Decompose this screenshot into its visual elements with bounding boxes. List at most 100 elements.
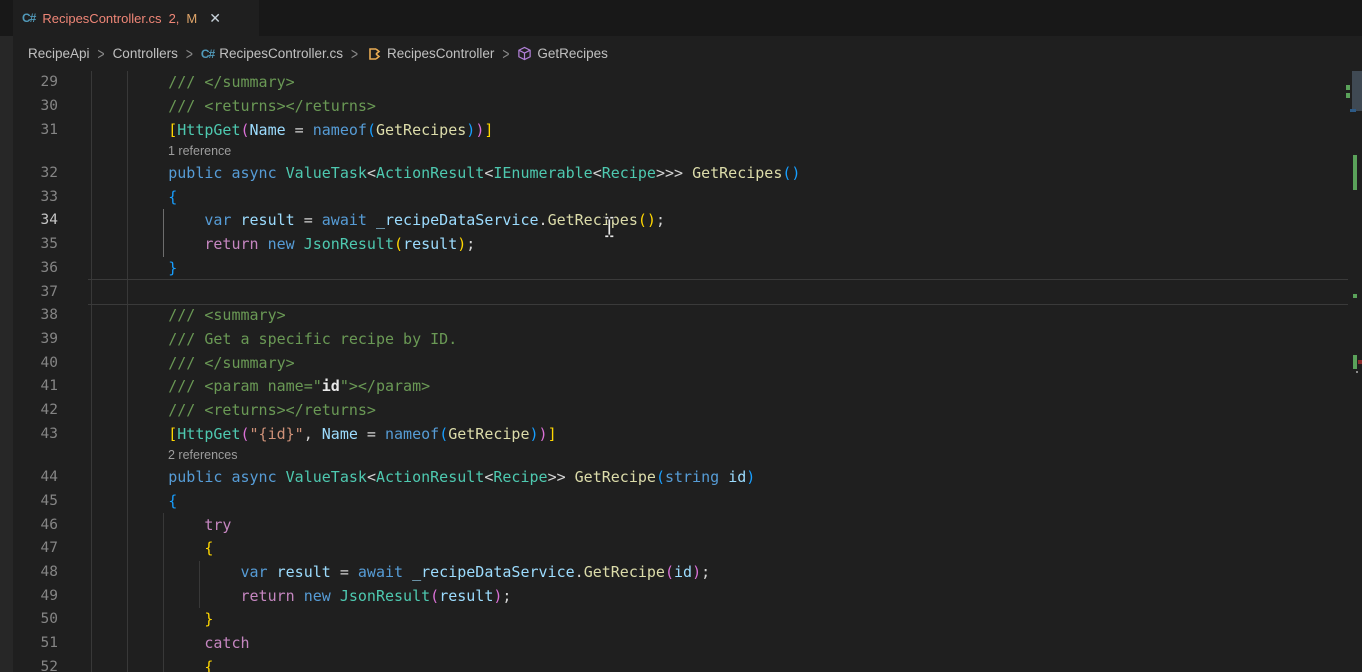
code-token: ;	[466, 235, 475, 253]
code-line-31[interactable]: 31 [HttpGet(Name = nameof(GetRecipes))]	[0, 119, 1362, 143]
code-line-41[interactable]: 41 /// <param name="id"></param>	[0, 375, 1362, 399]
code-text: {	[96, 537, 213, 561]
code-editor[interactable]: 29 /// </summary>30 /// <returns></retur…	[0, 71, 1362, 672]
code-token: )	[530, 425, 539, 443]
breadcrumb-item-recipeapi[interactable]: RecipeApi	[28, 46, 90, 61]
tab-bar: C# RecipesController.cs 2, M ✕	[0, 0, 1362, 36]
breadcrumb-item-recipescontroller-cs[interactable]: C#RecipesController.cs	[201, 46, 343, 61]
close-icon[interactable]: ✕	[209, 11, 221, 25]
line-number: 34	[0, 209, 58, 233]
code-token: await	[322, 211, 367, 229]
code-token	[259, 235, 268, 253]
code-token: Recipe	[602, 164, 656, 182]
code-token: ()	[638, 211, 656, 229]
code-token: result	[277, 563, 331, 581]
overview-mark-added	[1353, 155, 1357, 190]
breadcrumb-label: RecipesController	[387, 46, 494, 61]
code-token: Recipe	[493, 468, 547, 486]
code-token: {	[96, 539, 213, 557]
code-token: JsonResult	[304, 235, 394, 253]
code-line-44[interactable]: 44 public async ValueTask<ActionResult<R…	[0, 466, 1362, 490]
code-token: return	[96, 235, 259, 253]
code-line-33[interactable]: 33 {	[0, 186, 1362, 210]
code-line-50[interactable]: 50 }	[0, 608, 1362, 632]
code-line-29[interactable]: 29 /// </summary>	[0, 71, 1362, 95]
code-token: ActionResult	[376, 164, 484, 182]
code-line-32[interactable]: 32 public async ValueTask<ActionResult<I…	[0, 162, 1362, 186]
breadcrumb-item-recipescontroller[interactable]: RecipesController	[366, 46, 494, 62]
code-text: var result = await _recipeDataService.Ge…	[96, 209, 665, 233]
code-token	[295, 235, 304, 253]
code-line-30[interactable]: 30 /// <returns></returns>	[0, 95, 1362, 119]
breadcrumb-label: RecipeApi	[28, 46, 90, 61]
code-token: (	[430, 587, 439, 605]
code-token: )	[746, 468, 755, 486]
line-number: 36	[0, 257, 58, 281]
code-text: /// <returns></returns>	[96, 95, 376, 119]
code-line-48[interactable]: 48 var result = await _recipeDataService…	[0, 561, 1362, 585]
line-number: 33	[0, 186, 58, 210]
code-line-52[interactable]: 52 {	[0, 656, 1362, 672]
line-number: 42	[0, 399, 58, 423]
code-text: public async ValueTask<ActionResult<IEnu…	[96, 162, 800, 186]
code-token: /// <returns></returns>	[96, 401, 376, 419]
code-token: return	[96, 587, 295, 605]
codelens-references[interactable]: 2 references	[168, 446, 768, 466]
code-line-34[interactable]: 34 var result = await _recipeDataService…	[0, 209, 1362, 233]
breadcrumb-item-getrecipes[interactable]: GetRecipes	[517, 46, 608, 61]
code-line-36[interactable]: 36 }	[0, 257, 1362, 281]
code-text: {	[96, 186, 177, 210]
codelens-references[interactable]: 1 reference	[168, 142, 768, 162]
code-token	[268, 563, 277, 581]
chevron-right-icon: >	[502, 44, 509, 64]
breadcrumb-item-controllers[interactable]: Controllers	[113, 46, 178, 61]
code-token: =	[286, 121, 313, 139]
code-text: try	[96, 514, 231, 538]
code-text: var result = await _recipeDataService.Ge…	[96, 561, 710, 585]
breadcrumb-label: Controllers	[113, 46, 178, 61]
code-token: ;	[502, 587, 511, 605]
code-line-46[interactable]: 46 try	[0, 514, 1362, 538]
code-line-45[interactable]: 45 {	[0, 490, 1362, 514]
code-text: /// </summary>	[96, 352, 295, 376]
code-text: catch	[96, 632, 250, 656]
code-line-47[interactable]: 47 {	[0, 537, 1362, 561]
code-token: nameof	[385, 425, 439, 443]
code-token: <	[367, 164, 376, 182]
code-token: ;	[656, 211, 665, 229]
code-token: GetRecipes	[376, 121, 466, 139]
code-line-49[interactable]: 49 return new JsonResult(result);	[0, 585, 1362, 609]
code-token: Name	[250, 121, 286, 139]
code-line-40[interactable]: 40 /// </summary>	[0, 352, 1362, 376]
line-number: 37	[0, 281, 58, 305]
tab-problems-badge: 2,	[169, 11, 180, 26]
code-token: =	[295, 211, 322, 229]
code-token: >>	[548, 468, 575, 486]
code-line-39[interactable]: 39 /// Get a specific recipe by ID.	[0, 328, 1362, 352]
code-text: {	[96, 490, 177, 514]
code-token: (	[241, 121, 250, 139]
scrollbar-thumb[interactable]	[1352, 71, 1362, 111]
code-line-38[interactable]: 38 /// <summary>	[0, 304, 1362, 328]
code-token: (	[394, 235, 403, 253]
code-token: IEnumerable	[493, 164, 592, 182]
line-number: 29	[0, 71, 58, 95]
line-number: 48	[0, 561, 58, 585]
code-line-51[interactable]: 51 catch	[0, 632, 1362, 656]
tab-recipescontroller[interactable]: C# RecipesController.cs 2, M ✕	[13, 0, 259, 36]
line-number: 43	[0, 423, 58, 447]
tab-git-modified-badge: M	[186, 11, 197, 26]
code-line-43[interactable]: 43 [HttpGet("{id}", Name = nameof(GetRec…	[0, 423, 1362, 447]
code-token: [	[96, 425, 177, 443]
code-token: }	[96, 259, 177, 277]
csharp-file-icon: C#	[201, 47, 214, 61]
code-line-37[interactable]: 37	[0, 281, 1362, 305]
code-token: id	[674, 563, 692, 581]
code-line-35[interactable]: 35 return new JsonResult(result);	[0, 233, 1362, 257]
code-token	[403, 563, 412, 581]
code-text: /// <summary>	[96, 304, 286, 328]
code-line-42[interactable]: 42 /// <returns></returns>	[0, 399, 1362, 423]
code-token	[231, 211, 240, 229]
code-token: result	[241, 211, 295, 229]
code-token: result	[439, 587, 493, 605]
